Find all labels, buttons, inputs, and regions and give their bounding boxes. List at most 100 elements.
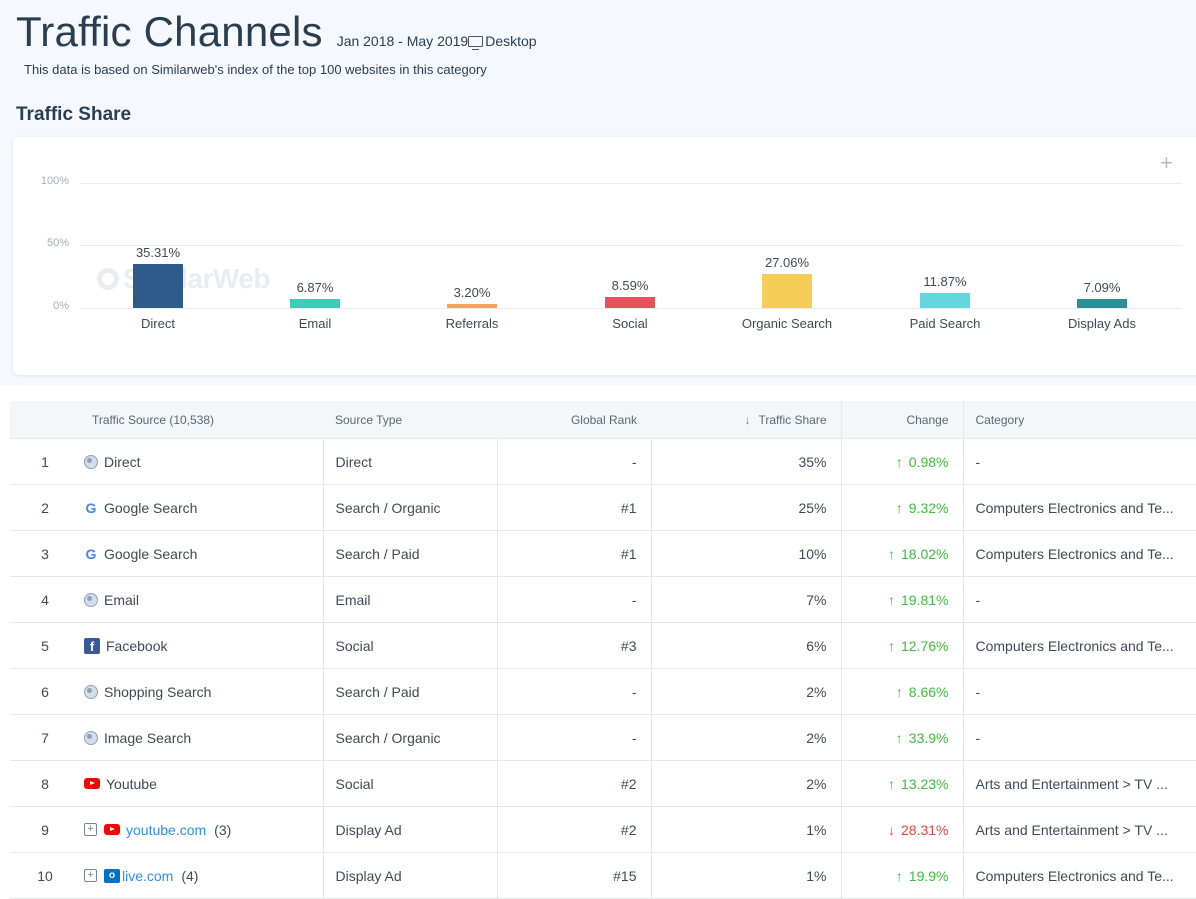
change-value: 8.66% xyxy=(908,683,949,700)
table-header-row: Traffic Source (10,538) Source Type Glob… xyxy=(10,401,1196,439)
source-name: Youtube xyxy=(106,775,157,792)
table-row[interactable]: 8 Youtube Social #2 2% ↑ 13.23% Arts and Entert… xyxy=(10,760,1196,807)
row-number: 2 xyxy=(10,484,80,531)
table-row[interactable]: 4 Email Email -7% ↑ 19.81% - xyxy=(10,576,1196,623)
bar-value-label: 11.87% xyxy=(923,274,967,290)
arrow-up-icon: ↑ xyxy=(895,499,903,516)
source-name: Shopping Search xyxy=(104,683,212,700)
source-type: Display Ad xyxy=(323,852,498,899)
change-cell: ↑ 9.32% xyxy=(841,484,964,531)
category: Arts and Entertainment > TV ... xyxy=(963,806,1196,853)
change-value: 9.32% xyxy=(908,499,949,516)
table-row[interactable]: 1 Direct Direct -35% ↑ 0.98% - xyxy=(10,438,1196,485)
x-tick-label: Social xyxy=(612,316,648,331)
data-note: This data is based on Similarweb's index… xyxy=(24,62,487,77)
table-row[interactable]: 6 Shopping Search Search / Paid -2% ↑ 8.66% - xyxy=(10,668,1196,715)
traffic-share: 10% xyxy=(651,530,842,577)
arrow-up-icon: ↑ xyxy=(895,683,903,700)
table-row[interactable]: 9 + youtube.com (3) Display Ad #2 1% ↓ 28.31% Art… xyxy=(10,806,1196,853)
category: - xyxy=(963,576,1196,623)
traffic-share: 1% xyxy=(651,806,842,853)
row-number: 1 xyxy=(10,438,80,485)
date-range[interactable]: Jan 2018 - May 2019 xyxy=(337,33,469,49)
bar-direct[interactable] xyxy=(133,263,183,308)
row-number: 4 xyxy=(10,576,80,623)
col-type-header[interactable]: Source Type xyxy=(323,401,497,439)
x-tick-label: Direct xyxy=(141,316,175,331)
row-number: 5 xyxy=(10,622,80,669)
bar-social[interactable] xyxy=(605,297,655,308)
bar-paid-search[interactable] xyxy=(920,293,970,308)
arrow-down-icon: ↓ xyxy=(888,821,896,838)
col-rank-header[interactable]: Global Rank xyxy=(497,401,651,439)
bar-email[interactable] xyxy=(290,299,340,308)
source-name: Direct xyxy=(104,453,141,470)
source-type: Search / Paid xyxy=(323,668,498,715)
bar-display-ads[interactable] xyxy=(1077,299,1127,308)
change-cell: ↓ 28.31% xyxy=(841,806,964,853)
similarweb-logo-icon xyxy=(97,268,119,290)
table-row[interactable]: 7 Image Search Search / Organic -2% ↑ 33.9% - xyxy=(10,714,1196,761)
global-rank: #2 xyxy=(497,760,652,807)
table-row[interactable]: 3 G Google Search Search / Paid #1 10% ↑ 18.02%… xyxy=(10,530,1196,577)
expand-row-icon[interactable]: + xyxy=(84,869,97,882)
x-tick-label: Display Ads xyxy=(1068,316,1136,331)
youtube-icon xyxy=(84,778,100,789)
source-type: Display Ad xyxy=(323,806,498,853)
col-source-header[interactable]: Traffic Source (10,538) xyxy=(80,401,323,439)
desktop-icon xyxy=(468,36,484,51)
bar-referrals[interactable] xyxy=(447,304,497,308)
bar-value-label: 8.59% xyxy=(611,278,649,294)
table-row[interactable]: 5 f Facebook Social #3 6% ↑ 12.76% Computers Ele… xyxy=(10,622,1196,669)
arrow-up-icon: ↑ xyxy=(895,729,903,746)
global-rank: - xyxy=(497,714,652,761)
col-share-header[interactable]: ↓ Traffic Share xyxy=(651,401,842,439)
expand-chart-icon[interactable]: + xyxy=(1160,152,1173,174)
globe-icon xyxy=(84,592,98,607)
source-type: Search / Paid xyxy=(323,530,498,577)
source-cell: f Facebook xyxy=(80,622,324,669)
bar-value-label: 6.87% xyxy=(296,280,334,296)
google-icon: G xyxy=(85,499,97,516)
expand-row-icon[interactable]: + xyxy=(84,823,97,836)
device-selector[interactable]: Desktop xyxy=(468,33,537,51)
grid-line xyxy=(80,245,1182,246)
global-rank: - xyxy=(497,576,652,623)
source-name[interactable]: live.com xyxy=(122,868,173,884)
change-cell: ↑ 12.76% xyxy=(841,622,964,669)
traffic-share: 7% xyxy=(651,576,842,623)
source-type: Email xyxy=(323,576,498,623)
category: Computers Electronics and Te... xyxy=(963,530,1196,577)
bar-value-label: 27.06% xyxy=(764,255,810,271)
source-cell: + youtube.com (3) xyxy=(80,806,324,853)
source-cell: G Google Search xyxy=(80,484,324,531)
traffic-share: 2% xyxy=(651,760,842,807)
x-tick-label: Email xyxy=(298,316,332,331)
col-category-header[interactable]: Category xyxy=(963,401,1196,439)
row-number: 10 xyxy=(10,852,80,899)
row-number: 7 xyxy=(10,714,80,761)
similarweb-watermark: SimilarWeb xyxy=(97,263,270,295)
global-rank: - xyxy=(497,438,652,485)
global-rank: #1 xyxy=(497,530,652,577)
table-row[interactable]: 2 G Google Search Search / Organic #1 25% ↑ 9.3… xyxy=(10,484,1196,531)
source-name: Image Search xyxy=(104,729,192,746)
traffic-share: 25% xyxy=(651,484,842,531)
google-icon: G xyxy=(85,545,97,562)
source-name[interactable]: youtube.com xyxy=(126,822,206,838)
source-cell: Youtube xyxy=(80,760,324,807)
global-rank: #1 xyxy=(497,484,652,531)
col-change-header[interactable]: Change xyxy=(841,401,964,439)
change-cell: ↑ 19.81% xyxy=(841,576,964,623)
arrow-up-icon: ↑ xyxy=(888,775,896,792)
category: - xyxy=(963,714,1196,761)
change-value: 19.81% xyxy=(901,591,949,608)
sub-count: (3) xyxy=(214,821,232,838)
y-tick-label: 50% xyxy=(46,237,69,249)
y-tick-label: 0% xyxy=(53,300,69,312)
change-value: 13.23% xyxy=(901,775,949,792)
bar-organic-search[interactable] xyxy=(762,274,812,308)
table-row[interactable]: 10 + o live.com (4) Display Ad #15 1% ↑ 19.9% Comp… xyxy=(10,852,1196,899)
row-number: 3 xyxy=(10,530,80,577)
traffic-share: 1% xyxy=(651,852,842,899)
